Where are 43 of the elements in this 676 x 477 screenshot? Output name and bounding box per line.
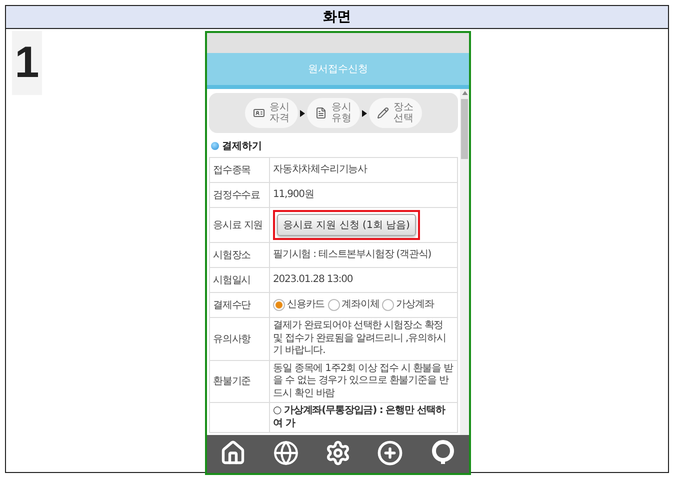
globe-icon[interactable]: [272, 440, 299, 466]
row-value: 결제가 완료되어야 선택한 시험장소 확정 및 접수가 완료됨을 알려드리니 ,유의하시기 바랍니다.: [273, 320, 447, 358]
radio-button[interactable]: [382, 299, 394, 311]
radio-button[interactable]: [273, 299, 285, 311]
id-card-icon: [253, 107, 265, 119]
row-label: 결제수단: [209, 293, 270, 317]
arrow-icon: [300, 110, 305, 116]
payment-option[interactable]: 가상계좌: [382, 298, 434, 312]
scrollbar[interactable]: [460, 89, 469, 435]
bullet-icon: [211, 142, 219, 150]
row-label: 응시료 지원: [209, 208, 270, 242]
pencil-icon: [377, 107, 389, 119]
section-title: 결제하기: [222, 140, 262, 153]
row-label: 시험일시: [209, 268, 270, 292]
row-value: 2023.01.28 13:00: [273, 274, 353, 286]
row-label: 접수종목: [209, 158, 270, 182]
row-label: 환불기준: [209, 360, 270, 402]
step-item[interactable]: 응시 유형: [307, 98, 360, 128]
arrow-icon: [362, 110, 367, 116]
home-icon[interactable]: [220, 440, 246, 466]
radio-button[interactable]: [328, 299, 340, 311]
row-value: 필기시험 : 테스트본부시험장 (객관식): [273, 248, 432, 262]
payment-option[interactable]: 신용카드: [273, 298, 325, 312]
row-label: 유의사항: [209, 318, 270, 360]
row-label: 시험장소: [209, 243, 270, 267]
row-value: 동일 종목에 1주2회 이상 접수 시 환불을 받을 수 없는 경우가 있으므로 환불기준을 반드시 확인 바람: [273, 362, 454, 400]
column-header: 화면: [6, 6, 668, 29]
step-item[interactable]: 장소 선택: [369, 98, 422, 128]
scrollbar-thumb[interactable]: [461, 99, 468, 159]
row-value: 자동차차체수리기능사: [273, 164, 368, 176]
row-number: 1: [12, 31, 42, 95]
chat-icon[interactable]: [430, 440, 456, 466]
step-item[interactable]: 응시 자격: [245, 98, 298, 128]
row-value: 11,900원: [273, 188, 314, 202]
row-label: 검정수수료: [209, 183, 270, 207]
scroll-up-icon[interactable]: [462, 91, 468, 95]
support-apply-button[interactable]: 응시료 지원 신청 (1회 남음): [277, 214, 416, 236]
row-value: ○ 가상계좌(무통장입금) : 은행만 선택하여 가: [273, 405, 446, 430]
settings-icon[interactable]: [324, 440, 351, 466]
payment-option[interactable]: 계좌이체: [328, 298, 380, 312]
page-title: 원서접수신청: [207, 53, 469, 89]
document-icon: [315, 107, 327, 119]
plus-icon[interactable]: [377, 440, 404, 466]
